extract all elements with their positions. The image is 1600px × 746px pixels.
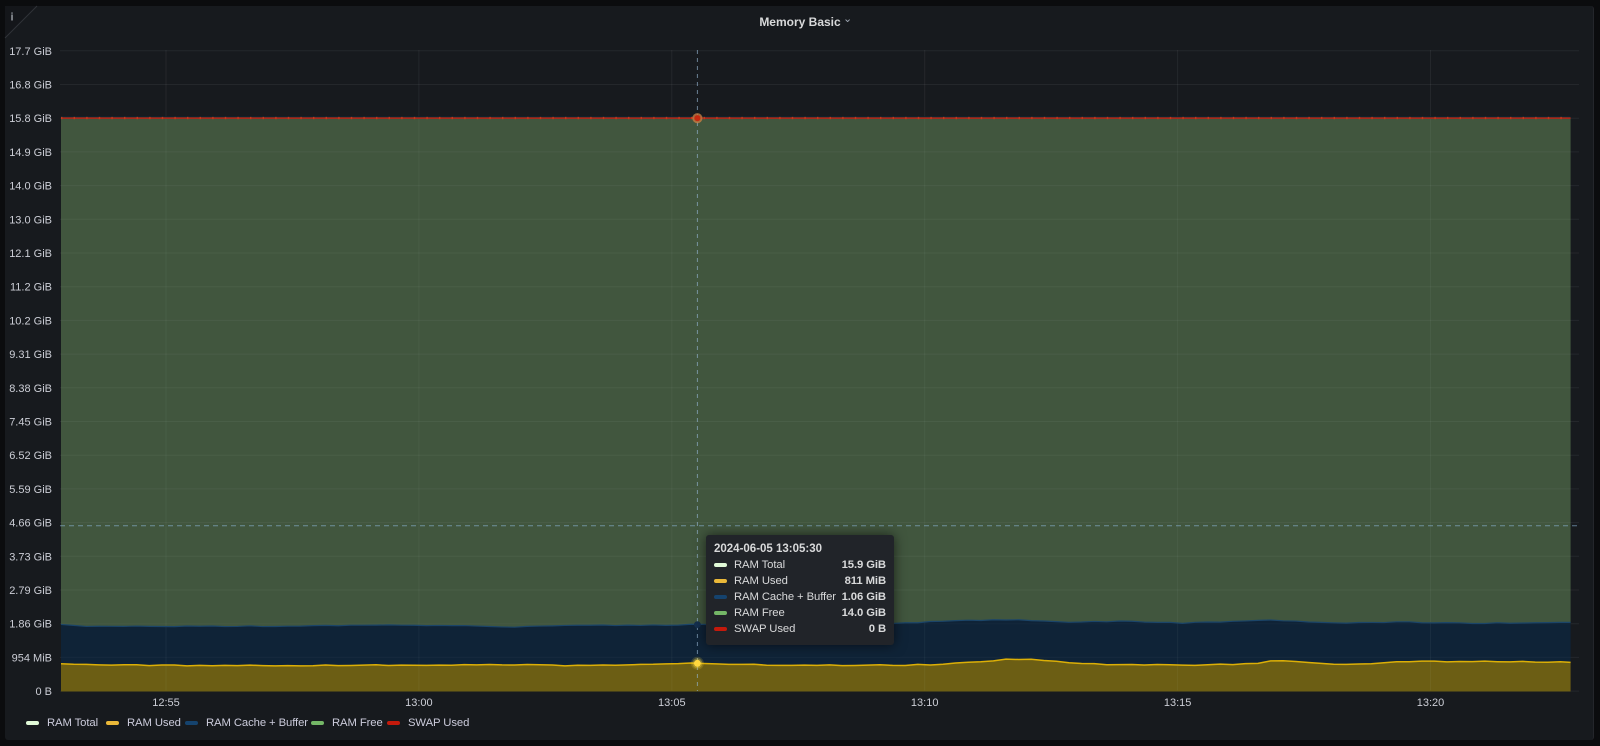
svg-text:0 B: 0 B: [35, 686, 52, 698]
svg-text:13:15: 13:15: [1164, 697, 1192, 709]
svg-text:16.8 GiB: 16.8 GiB: [9, 80, 52, 92]
svg-text:3.73 GiB: 3.73 GiB: [9, 551, 52, 563]
svg-text:15.8 GiB: 15.8 GiB: [9, 113, 52, 125]
svg-text:954 MiB: 954 MiB: [12, 652, 52, 664]
svg-text:i: i: [11, 12, 14, 24]
svg-text:5.59 GiB: 5.59 GiB: [9, 484, 52, 496]
svg-text:14.9 GiB: 14.9 GiB: [9, 147, 52, 159]
svg-text:11.2 GiB: 11.2 GiB: [10, 282, 52, 294]
svg-text:7.45 GiB: 7.45 GiB: [9, 417, 52, 429]
svg-text:8.38 GiB: 8.38 GiB: [9, 383, 52, 395]
svg-text:13:00: 13:00: [405, 697, 433, 709]
svg-text:1.86 GiB: 1.86 GiB: [9, 619, 52, 631]
svg-text:2.79 GiB: 2.79 GiB: [9, 585, 52, 597]
svg-text:13:05: 13:05: [658, 697, 686, 709]
svg-text:13:10: 13:10: [911, 697, 939, 709]
svg-text:14.0 GiB: 14.0 GiB: [9, 181, 52, 193]
svg-text:12.1 GiB: 12.1 GiB: [9, 248, 52, 260]
svg-text:13:20: 13:20: [1417, 697, 1445, 709]
svg-text:6.52 GiB: 6.52 GiB: [9, 450, 52, 462]
svg-text:9.31 GiB: 9.31 GiB: [9, 349, 52, 361]
svg-text:4.66 GiB: 4.66 GiB: [9, 518, 52, 530]
svg-text:13.0 GiB: 13.0 GiB: [9, 214, 52, 226]
svg-text:12:55: 12:55: [152, 697, 180, 709]
svg-text:10.2 GiB: 10.2 GiB: [9, 315, 52, 327]
